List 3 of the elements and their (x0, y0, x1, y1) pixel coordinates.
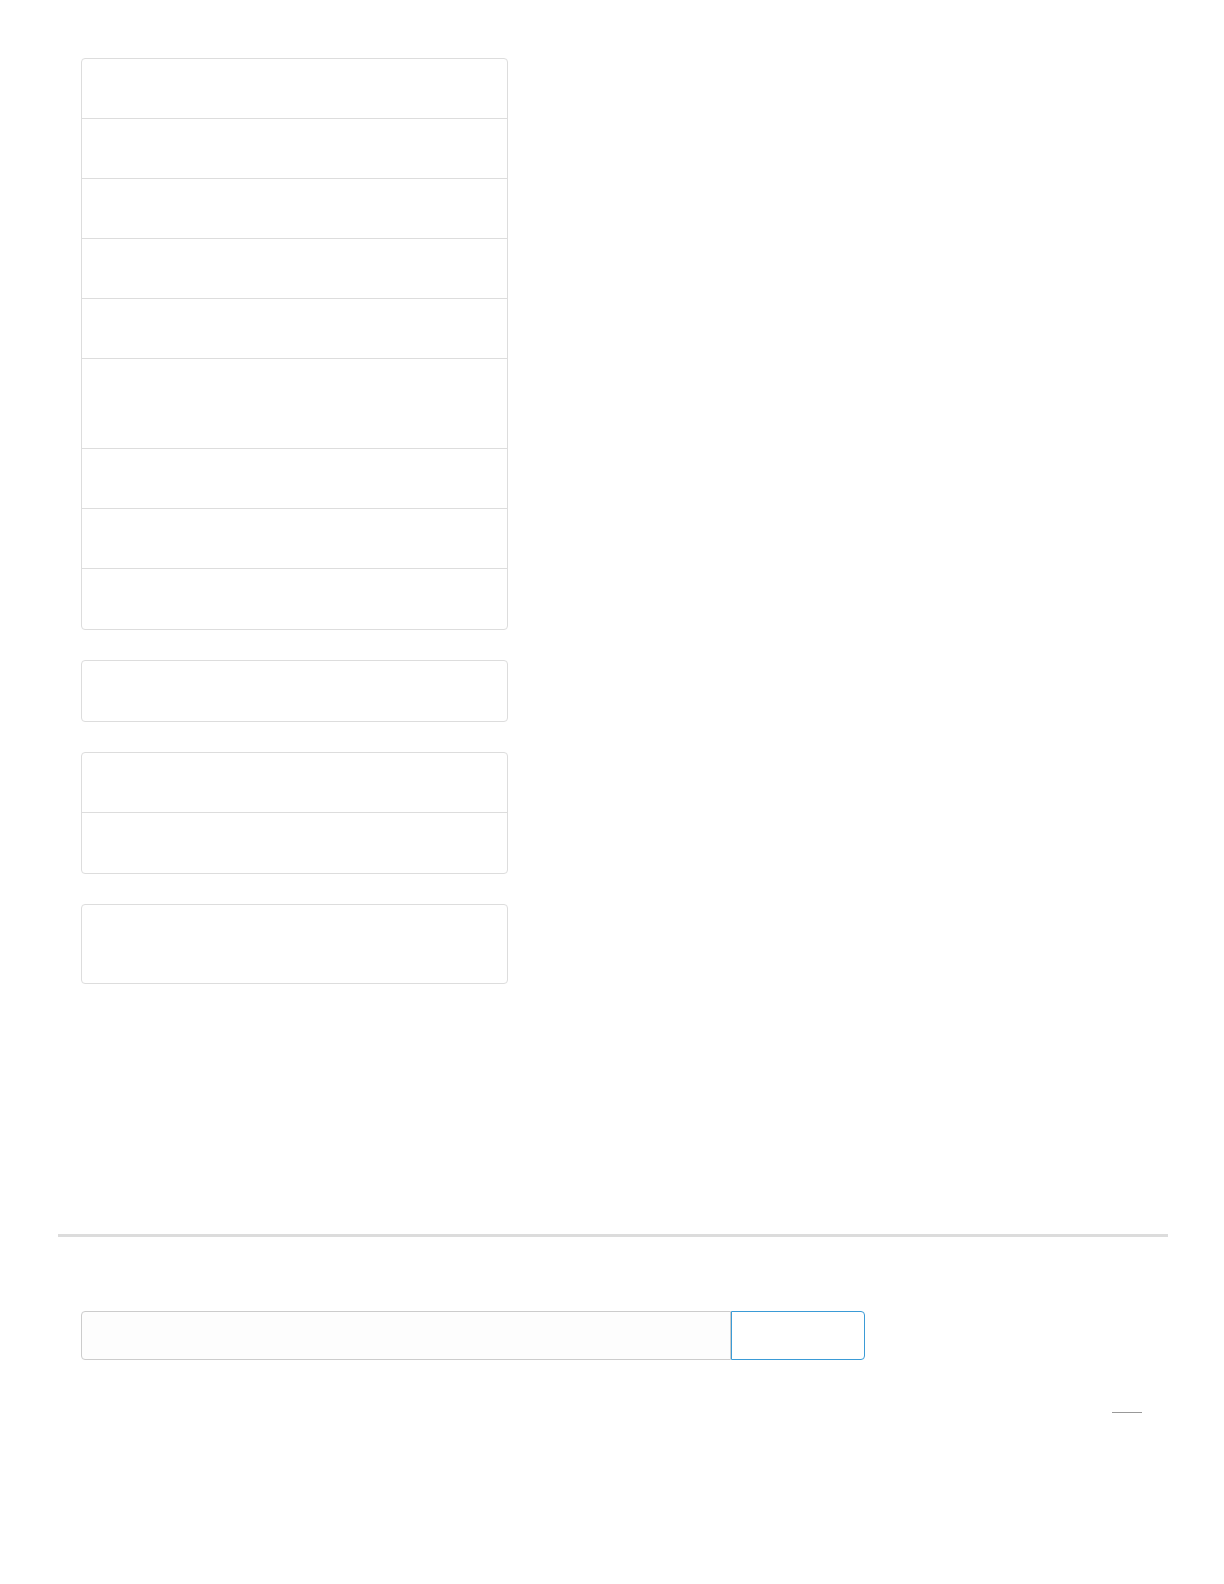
link-underline[interactable] (1112, 1412, 1142, 1413)
text-input-field[interactable] (81, 1311, 731, 1360)
submit-button[interactable] (731, 1311, 865, 1360)
